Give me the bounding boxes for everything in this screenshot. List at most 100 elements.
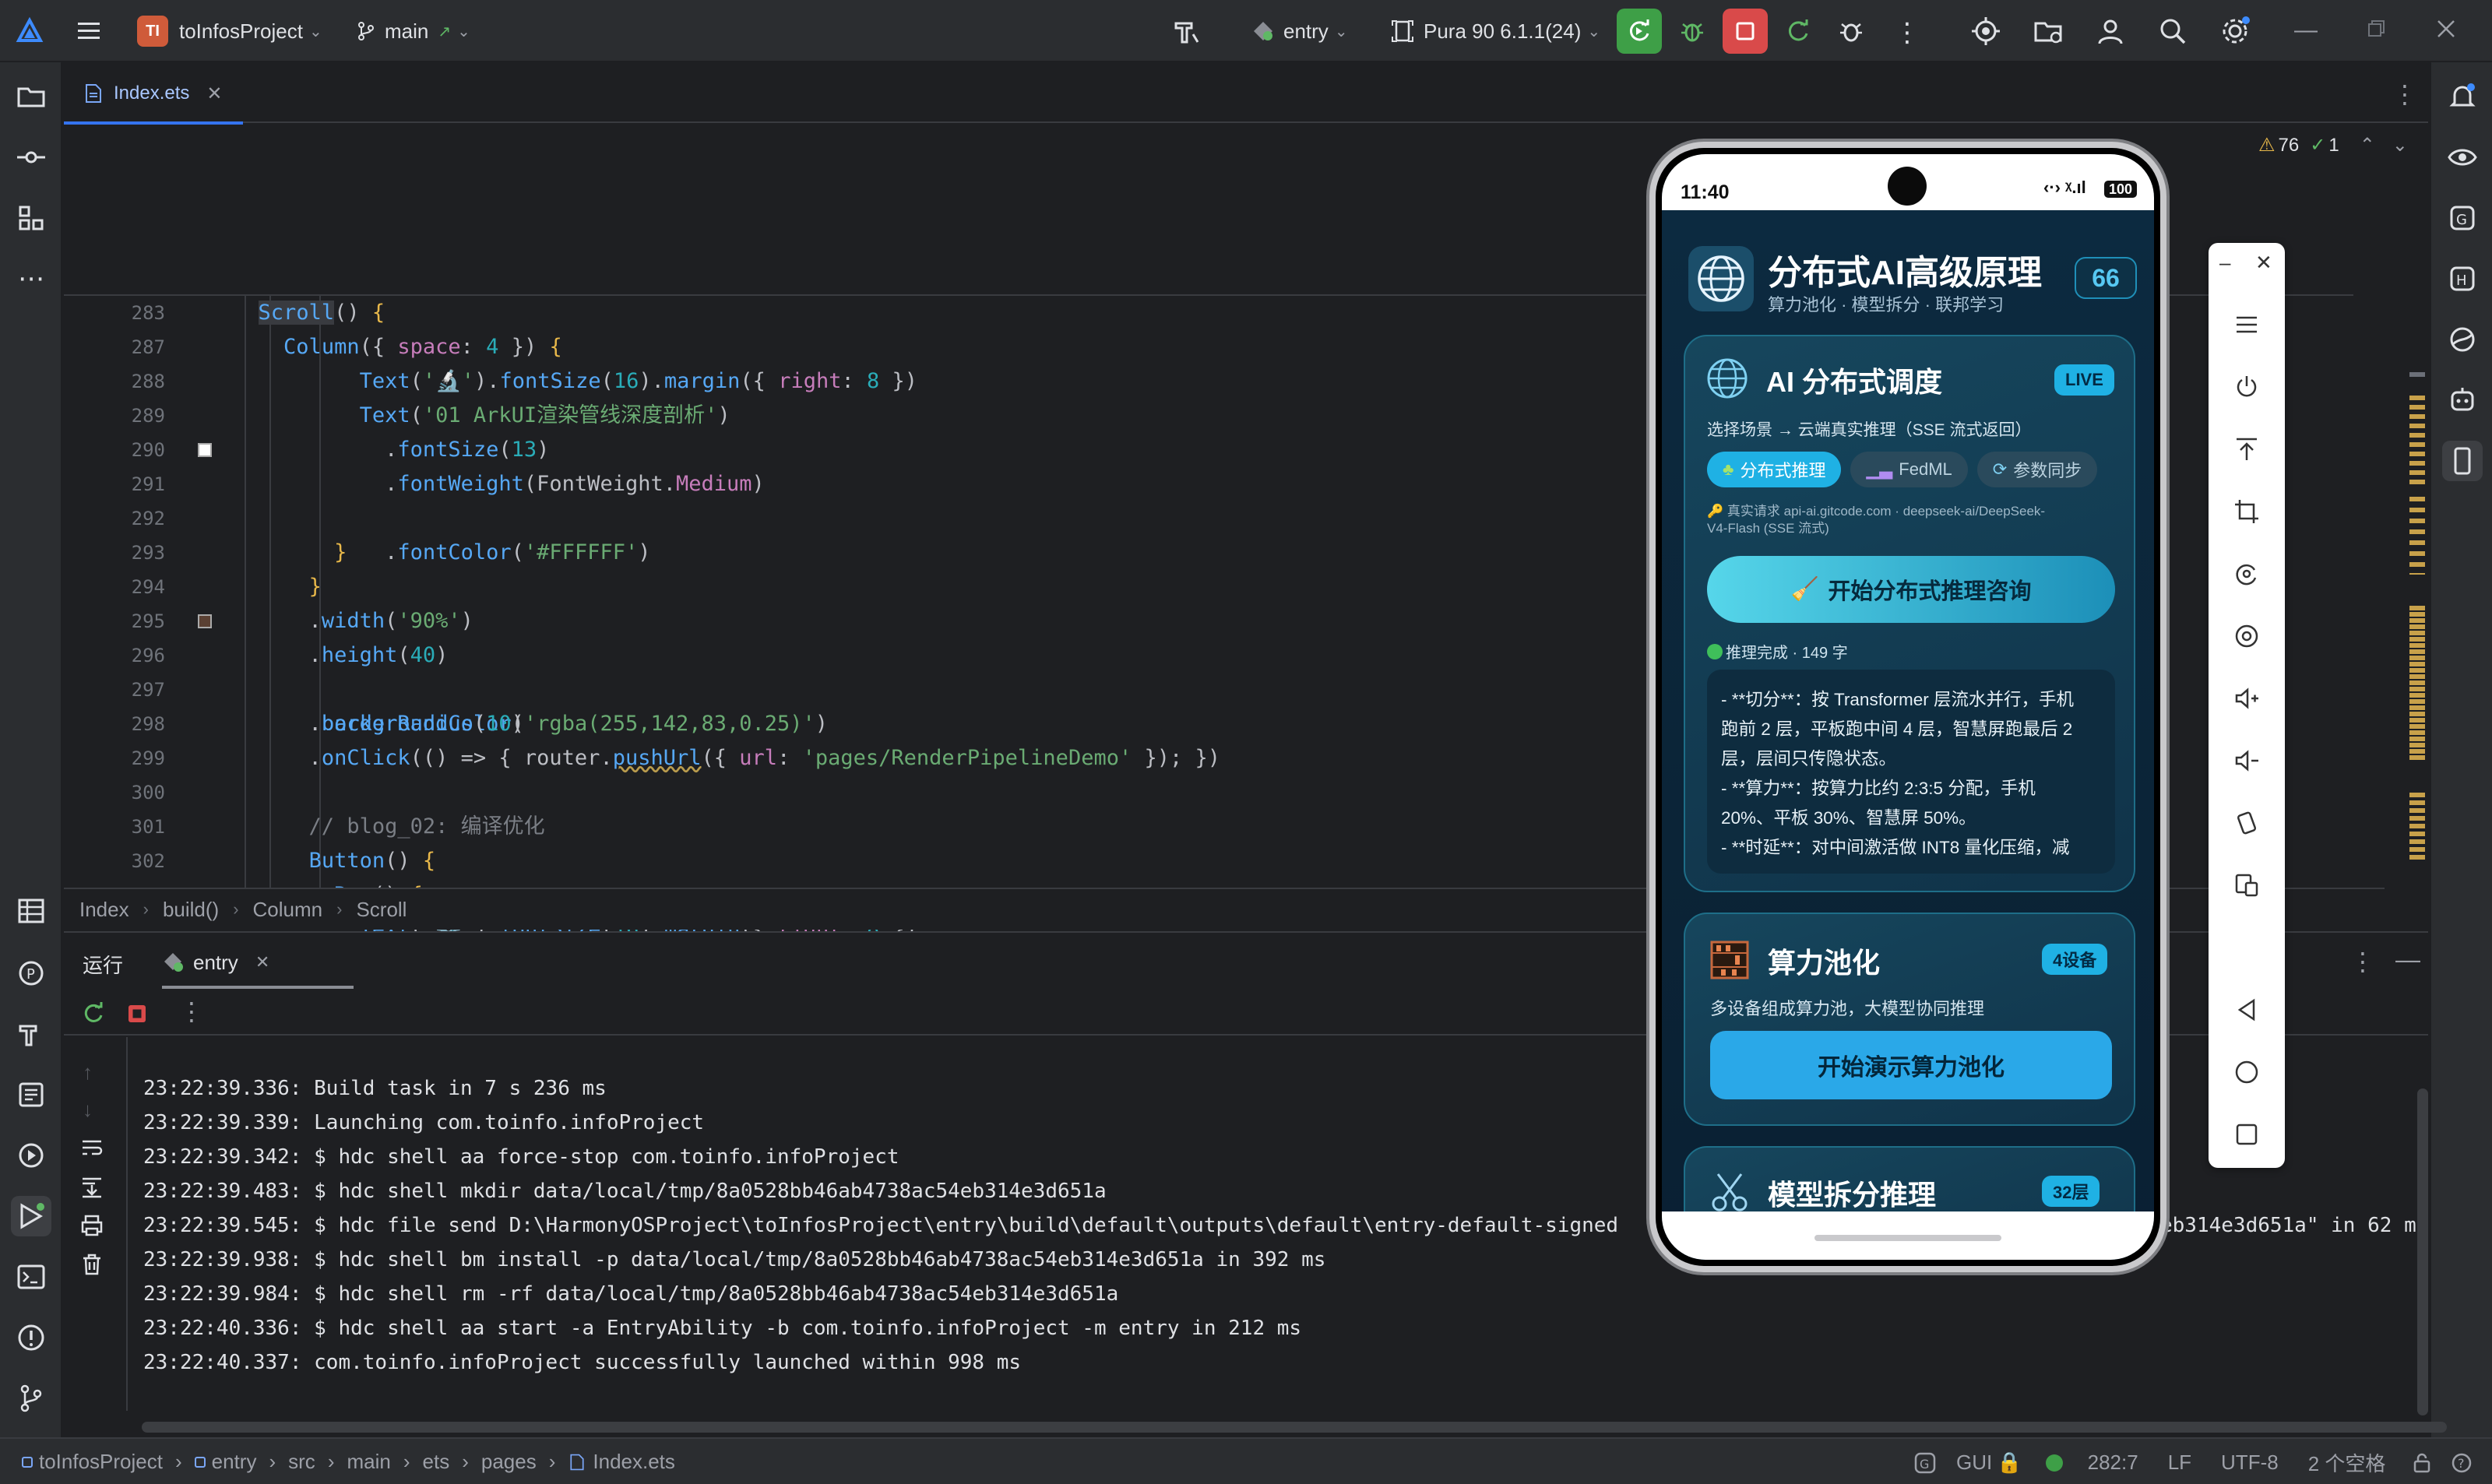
more-vertical-icon[interactable]: ⋮ — [179, 997, 204, 1026]
stop-button[interactable] — [1723, 9, 1768, 54]
breadcrumb-item[interactable]: Scroll — [356, 898, 407, 922]
horizontal-scrollbar[interactable] — [142, 1422, 2447, 1433]
menu-icon[interactable] — [2227, 305, 2266, 344]
services-icon[interactable] — [11, 1135, 51, 1176]
account-icon[interactable] — [2095, 16, 2126, 47]
close-icon[interactable]: ✕ — [2255, 251, 2272, 275]
device-manager-icon[interactable] — [1970, 16, 2001, 47]
debug-button[interactable] — [1670, 9, 1715, 54]
close-tab-icon[interactable]: ✕ — [255, 952, 269, 972]
rerun-icon[interactable] — [81, 1001, 106, 1026]
breadcrumb-item[interactable]: Column — [253, 898, 323, 922]
hide-panel-icon[interactable]: — — [2395, 945, 2420, 974]
home-icon[interactable] — [2227, 1053, 2266, 1092]
codegenie-icon[interactable]: G — [2442, 198, 2483, 238]
scroll-to-end-icon[interactable] — [79, 1174, 104, 1199]
restore-window-icon[interactable] — [2364, 17, 2388, 40]
stop-icon[interactable] — [126, 1003, 148, 1025]
indent-setting[interactable]: 2 个空格 — [2308, 1448, 2386, 1477]
arrow-up-icon[interactable]: ↑ — [83, 1060, 93, 1085]
path-item[interactable]: main — [347, 1450, 390, 1474]
path-item[interactable]: pages — [481, 1450, 537, 1474]
build-hammer-icon[interactable] — [1171, 16, 1202, 47]
notifications-icon[interactable] — [2442, 76, 2483, 117]
cursor-position[interactable]: 282:7 — [2088, 1451, 2138, 1475]
arrow-down-icon[interactable]: ↓ — [83, 1098, 93, 1122]
tab-entry[interactable]: entry ✕ — [162, 933, 354, 992]
volume-down-icon[interactable] — [2227, 741, 2266, 780]
soft-wrap-icon[interactable] — [79, 1135, 104, 1160]
back-icon[interactable] — [2227, 990, 2266, 1029]
run-config-selector[interactable]: entry ⌄ — [1251, 8, 1348, 55]
commit-icon[interactable] — [11, 137, 51, 178]
upload-icon[interactable] — [2227, 430, 2266, 469]
minimize-icon[interactable]: – — [2219, 251, 2230, 275]
previewer-eye-icon[interactable] — [2442, 137, 2483, 178]
chip-param-sync[interactable]: ⟳ 参数同步 — [1976, 452, 2098, 487]
version-control-icon[interactable] — [11, 1378, 51, 1419]
project-view-icon[interactable] — [11, 76, 51, 117]
rotate-icon[interactable] — [2227, 554, 2266, 593]
chip-distributed-inference[interactable]: ♣ 分布式推理 — [1707, 452, 1842, 487]
inference-result[interactable]: - **切分**：按 Transformer 层流水并行，手机 跑前 2 层，平… — [1707, 670, 2115, 874]
harmony-icon[interactable]: H — [2442, 258, 2483, 299]
settings-gear-icon[interactable] — [2219, 16, 2251, 47]
ai-assistant-icon[interactable] — [2442, 380, 2483, 420]
terminal-icon[interactable] — [11, 1257, 51, 1297]
power-icon[interactable] — [2227, 367, 2266, 406]
project-selector[interactable]: TI toInfosProject ⌄ — [137, 8, 322, 55]
panel-options-icon[interactable]: ⋮ — [2350, 947, 2375, 976]
device-selector[interactable]: Pura 90 6.1.1(24) ⌄ — [1391, 8, 1600, 55]
close-tab-icon[interactable]: ✕ — [206, 83, 222, 105]
unlock-icon[interactable] — [2412, 1453, 2432, 1473]
chevron-down-icon[interactable]: ⌄ — [2392, 134, 2408, 156]
line-separator[interactable]: LF — [2168, 1451, 2191, 1475]
search-icon[interactable] — [2157, 16, 2188, 47]
breadcrumb-item[interactable]: build() — [163, 898, 219, 922]
path-item[interactable]: ets — [423, 1450, 450, 1474]
breadcrumb-item[interactable]: Index — [79, 898, 129, 922]
more-vertical-icon[interactable]: ⋮ — [1894, 17, 1920, 48]
phone-screen[interactable]: 11:40 ‹·› ᵡ.ıl 100 分布式AI高级原理 算力池化 · 模型拆分… — [1662, 154, 2154, 1260]
main-menu-icon[interactable] — [75, 17, 103, 45]
structure-icon[interactable] — [11, 198, 51, 238]
inspection-widget[interactable]: ⚠ 76 ✓ 1 ⌃ ⌄ — [2258, 134, 2408, 156]
error-stripe[interactable] — [2406, 372, 2428, 870]
run-tool-icon[interactable] — [11, 1196, 51, 1236]
apply-changes-button[interactable] — [1776, 9, 1821, 54]
close-window-icon[interactable] — [2433, 16, 2459, 42]
attach-debugger-button[interactable] — [1829, 9, 1874, 54]
start-inference-button[interactable]: 🧹 开始分布式推理咨询 — [1707, 556, 2115, 623]
tab-index-ets[interactable]: Index.ets ✕ — [64, 64, 243, 125]
shake-icon[interactable] — [2227, 804, 2266, 842]
problems-icon[interactable] — [11, 1317, 51, 1358]
recents-icon[interactable] — [2227, 1115, 2266, 1154]
trash-icon[interactable] — [79, 1252, 104, 1277]
chip-fedml[interactable]: ▁▃ FedML — [1850, 452, 1968, 487]
tab-options-icon[interactable]: ⋮ — [2392, 79, 2417, 109]
more-horizontal-icon[interactable]: ⋯ — [11, 258, 51, 299]
chevron-up-icon[interactable]: ⌃ — [2360, 134, 2375, 156]
branch-selector[interactable]: main ↗ ⌄ — [355, 8, 470, 55]
path-item[interactable]: entry — [212, 1450, 257, 1474]
profiler-icon[interactable]: P — [11, 953, 51, 993]
project-folder-icon[interactable] — [2033, 16, 2064, 47]
inspector-icon[interactable] — [2442, 319, 2483, 360]
rerun-button[interactable] — [1617, 9, 1662, 54]
database-icon[interactable] — [11, 891, 51, 931]
record-icon[interactable] — [2227, 617, 2266, 656]
path-item[interactable]: toInfosProject — [39, 1450, 163, 1474]
volume-up-icon[interactable] — [2227, 679, 2266, 718]
multi-device-icon[interactable] — [2227, 866, 2266, 905]
path-item[interactable]: Index.ets — [593, 1450, 675, 1474]
start-pooling-button[interactable]: 开始演示算力池化 — [1710, 1031, 2112, 1099]
minimize-window-icon[interactable]: — — [2294, 17, 2318, 44]
codegenie-status-icon[interactable]: G — [1913, 1451, 1938, 1475]
todo-icon[interactable] — [11, 1074, 51, 1115]
print-icon[interactable] — [79, 1213, 104, 1238]
color-swatch-white[interactable] — [198, 443, 212, 457]
path-item[interactable]: src — [288, 1450, 315, 1474]
gui-label[interactable]: GUI — [1956, 1451, 1992, 1475]
vertical-scrollbar[interactable] — [2417, 1088, 2428, 1415]
device-emulator-icon[interactable] — [2442, 441, 2483, 481]
